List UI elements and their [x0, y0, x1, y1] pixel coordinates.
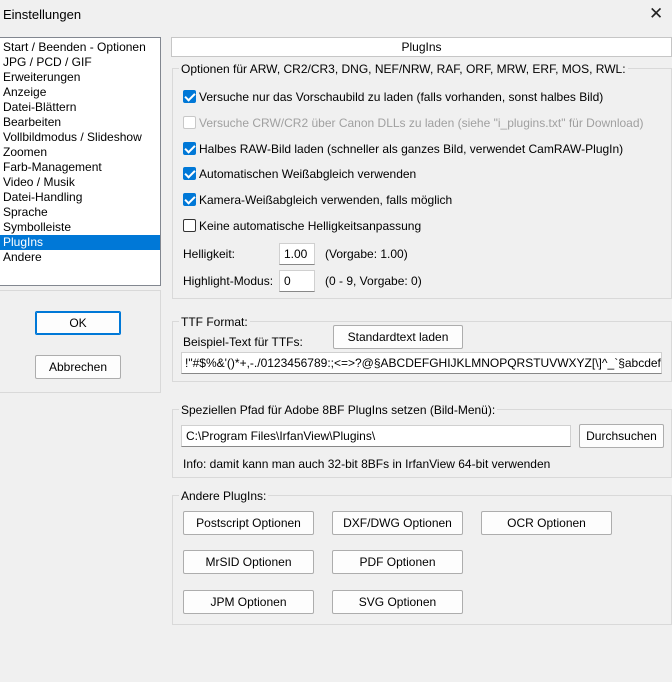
ttf-sample-input[interactable]: !"#$%&'()*+,-./0123456789:;<=>?@§ABCDEFG…: [181, 352, 662, 374]
highlight-hint: (0 - 9, Vorgabe: 0): [325, 274, 422, 288]
canon-dll-checkbox: [183, 116, 196, 129]
plugin-path-input[interactable]: C:\Program Files\IrfanView\Plugins\: [181, 425, 571, 447]
load-default-text-button[interactable]: Standardtext laden: [333, 325, 463, 349]
plugin-path-info: Info: damit kann man auch 32-bit 8BFs in…: [183, 457, 551, 471]
plugin-path-label: Speziellen Pfad für Adobe 8BF PlugIns se…: [179, 403, 498, 417]
category-item[interactable]: Andere: [3, 250, 42, 265]
category-item[interactable]: Sprache: [3, 205, 48, 220]
category-item[interactable]: Symbolleiste: [3, 220, 71, 235]
window-title: Einstellungen: [3, 7, 82, 22]
svg-options-button[interactable]: SVG Optionen: [332, 590, 463, 614]
category-item[interactable]: Farb-Management: [3, 160, 102, 175]
auto-white-balance-checkbox[interactable]: [183, 167, 196, 180]
no-auto-brightness-label: Keine automatische Helligkeitsanpassung: [199, 219, 422, 233]
ttf-group-label: TTF Format:: [179, 315, 250, 329]
category-item[interactable]: PlugIns: [0, 235, 160, 250]
category-item[interactable]: Vollbildmodus / Slideshow: [3, 130, 142, 145]
pdf-options-button[interactable]: PDF Optionen: [332, 550, 463, 574]
close-icon[interactable]: ✕: [649, 4, 663, 24]
preview-only-label: Versuche nur das Vorschaubild zu laden (…: [199, 90, 604, 104]
cancel-button[interactable]: Abbrechen: [35, 355, 121, 379]
category-item[interactable]: Video / Musik: [3, 175, 75, 190]
ttf-sample-label: Beispiel-Text für TTFs:: [183, 335, 303, 349]
panel-title: PlugIns: [171, 37, 672, 57]
canon-dll-label: Versuche CRW/CR2 über Canon DLLs zu lade…: [199, 116, 644, 130]
brightness-label: Helligkeit:: [183, 247, 236, 261]
raw-options-label: Optionen für ARW, CR2/CR3, DNG, NEF/NRW,…: [179, 62, 628, 76]
ok-button[interactable]: OK: [35, 311, 121, 335]
camera-white-balance-label: Kamera-Weißabgleich verwenden, falls mög…: [199, 193, 453, 207]
dxf-dwg-options-button[interactable]: DXF/DWG Optionen: [332, 511, 463, 535]
highlight-input[interactable]: 0: [279, 270, 315, 292]
camera-white-balance-checkbox[interactable]: [183, 193, 196, 206]
category-item[interactable]: Zoomen: [3, 145, 47, 160]
half-raw-checkbox[interactable]: [183, 142, 196, 155]
no-auto-brightness-checkbox[interactable]: [183, 219, 196, 232]
category-item[interactable]: Datei-Handling: [3, 190, 82, 205]
brightness-hint: (Vorgabe: 1.00): [325, 247, 408, 261]
category-item[interactable]: Bearbeiten: [3, 115, 61, 130]
title-bar: [0, 0, 672, 30]
ocr-options-button[interactable]: OCR Optionen: [481, 511, 612, 535]
category-item[interactable]: Anzeige: [3, 85, 46, 100]
jpm-options-button[interactable]: JPM Optionen: [183, 590, 314, 614]
postscript-options-button[interactable]: Postscript Optionen: [183, 511, 314, 535]
half-raw-label: Halbes RAW-Bild laden (schneller als gan…: [199, 142, 624, 156]
category-item[interactable]: JPG / PCD / GIF: [3, 55, 92, 70]
category-item[interactable]: Start / Beenden - Optionen: [3, 40, 146, 55]
preview-only-checkbox[interactable]: [183, 90, 196, 103]
browse-button[interactable]: Durchsuchen: [579, 424, 664, 448]
category-item[interactable]: Datei-Blättern: [3, 100, 76, 115]
highlight-label: Highlight-Modus:: [183, 274, 274, 288]
other-plugins-label: Andere PlugIns:: [179, 489, 269, 503]
auto-white-balance-label: Automatischen Weißabgleich verwenden: [199, 167, 417, 181]
brightness-input[interactable]: 1.00: [279, 243, 315, 265]
mrsid-options-button[interactable]: MrSID Optionen: [183, 550, 314, 574]
category-item[interactable]: Erweiterungen: [3, 70, 80, 85]
category-list[interactable]: Start / Beenden - Optionen JPG / PCD / GI…: [0, 37, 161, 286]
